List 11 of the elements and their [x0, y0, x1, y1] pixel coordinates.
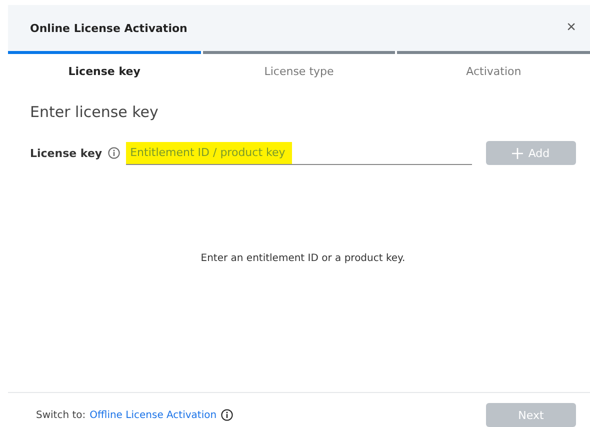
- close-button[interactable]: ×: [566, 19, 576, 37]
- info-icon: [108, 147, 120, 159]
- hint-message: Enter an entitlement ID or a product key.: [200, 253, 406, 264]
- switch-label: Switch to:: [36, 410, 86, 420]
- offline-activation-link[interactable]: Offline License Activation: [90, 410, 217, 420]
- field-label: License key: [30, 146, 102, 160]
- info-icon: [220, 409, 233, 421]
- window-title: Online License Activation: [30, 22, 188, 34]
- plus-icon: [512, 148, 524, 158]
- license-key-field[interactable]: Entitlement ID / product key: [126, 142, 472, 164]
- section-heading: Enter license key: [30, 103, 160, 121]
